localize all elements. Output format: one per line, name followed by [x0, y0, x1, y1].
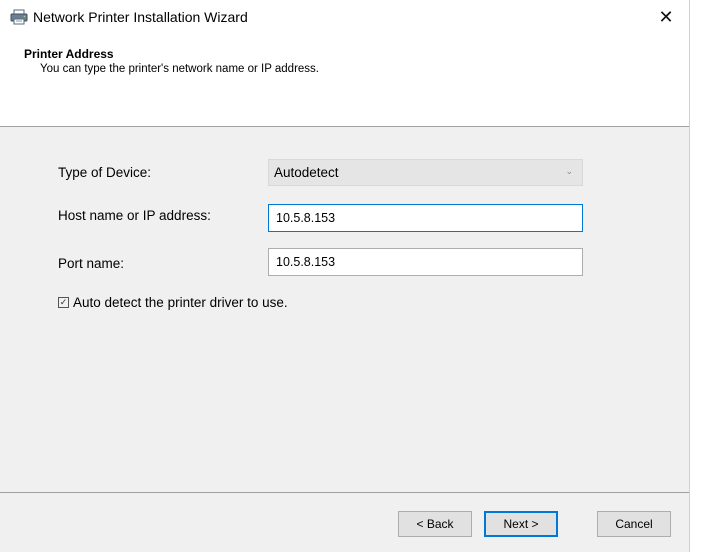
next-button[interactable]: Next > — [484, 511, 558, 537]
auto-detect-option[interactable]: ✓ Auto detect the printer driver to use. — [58, 295, 288, 310]
port-name-input[interactable] — [268, 248, 583, 276]
page-title: Printer Address — [24, 47, 114, 61]
wizard-window: Network Printer Installation Wizard ✕ Pr… — [0, 0, 690, 552]
title-bar[interactable]: Network Printer Installation Wizard ✕ — [0, 0, 689, 34]
wizard-content: Type of Device: Autodetect ⌄ Host name o… — [0, 127, 689, 492]
type-of-device-label: Type of Device: — [58, 165, 152, 180]
window-title: Network Printer Installation Wizard — [33, 9, 248, 25]
back-button[interactable]: < Back — [398, 511, 472, 537]
port-name-label: Port name: — [58, 256, 125, 271]
host-name-input[interactable] — [268, 204, 583, 232]
wizard-footer: < Back Next > Cancel — [0, 492, 689, 552]
host-name-label: Host name or IP address: — [58, 208, 211, 223]
auto-detect-checkbox[interactable]: ✓ — [58, 297, 69, 308]
printer-icon — [10, 9, 28, 25]
type-of-device-combobox[interactable]: Autodetect ⌄ — [268, 159, 583, 186]
page-subtitle: You can type the printer's network name … — [40, 63, 319, 75]
auto-detect-label: Auto detect the printer driver to use. — [73, 295, 288, 310]
wizard-header: Printer Address You can type the printer… — [0, 34, 689, 127]
cancel-button[interactable]: Cancel — [597, 511, 671, 537]
chevron-down-icon: ⌄ — [565, 166, 573, 176]
type-of-device-value: Autodetect — [274, 165, 339, 180]
close-icon[interactable]: ✕ — [643, 0, 689, 34]
